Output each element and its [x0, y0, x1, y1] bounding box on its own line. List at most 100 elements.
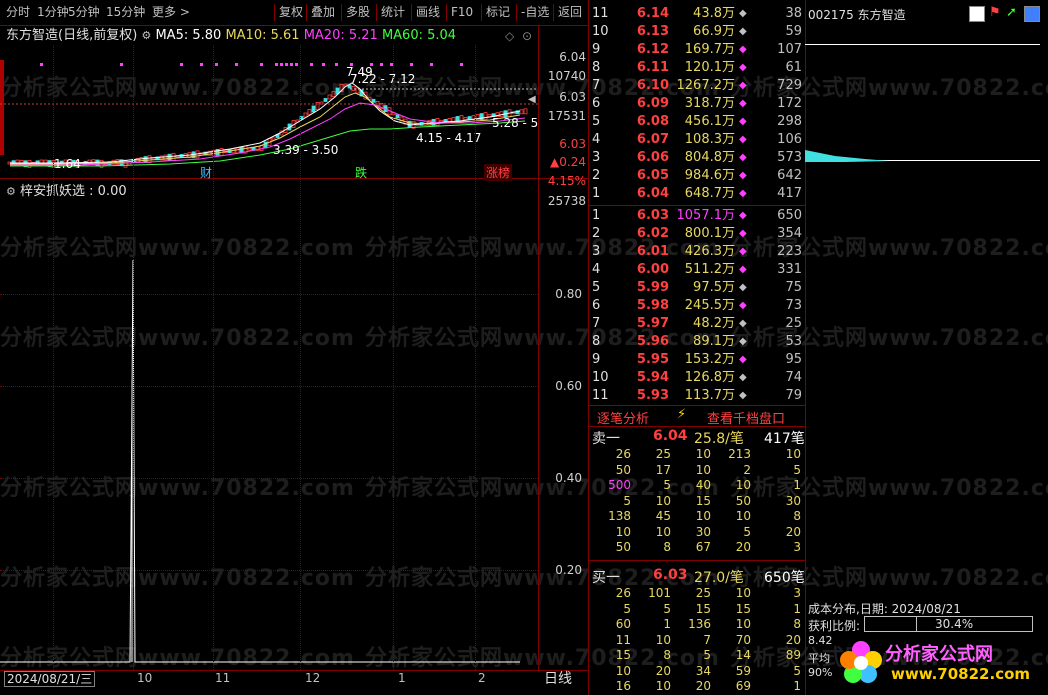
sell-level-row[interactable]: 4 6.07 108.3万 ◆ 106	[589, 131, 805, 149]
buy-level-row[interactable]: 1 6.03 1057.1万 ◆ 650	[589, 207, 805, 225]
level-price: 6.07	[636, 132, 669, 147]
tool-f10[interactable]: F10	[446, 4, 473, 21]
tool-1min[interactable]: 1分钟	[37, 4, 69, 21]
buy-level-row[interactable]: 7 5.97 48.2万 ◆ 25	[589, 315, 805, 333]
order-size: 1	[793, 601, 801, 616]
sell-level-row[interactable]: 6 6.09 318.7万 ◆ 172	[589, 95, 805, 113]
vgrid-2	[133, 45, 134, 670]
doc-icon[interactable]	[969, 6, 985, 22]
diamond-icon[interactable]: ◇	[505, 29, 514, 43]
level-index: 2	[592, 168, 601, 183]
sell-level-row[interactable]: 11 6.14 43.8万 ◆ 38	[589, 5, 805, 23]
chart-header: 东方智造(日线,前复权) ⚙ MA5: 5.80 MA10: 5.61 MA20…	[6, 27, 456, 45]
buy-level-row[interactable]: 3 6.01 426.3万 ◆ 223	[589, 243, 805, 261]
buy-level-row[interactable]: 11 5.93 113.7万 ◆ 79	[589, 387, 805, 405]
level-volume: 245.5万	[684, 298, 735, 313]
arrow-icon[interactable]: ➚	[1006, 5, 1017, 20]
period-button[interactable]: 日线	[544, 668, 572, 688]
picture-icon[interactable]	[1024, 6, 1040, 22]
order-size: 10	[695, 462, 711, 477]
ma20-label: MA20: 5.21	[303, 28, 378, 43]
signal-marker	[290, 63, 293, 66]
level-index: 11	[592, 388, 609, 403]
tab-tick-analysis[interactable]: 逐笔分析	[597, 408, 649, 427]
tool-zixuan[interactable]: -自选	[516, 4, 549, 21]
level-volume: 48.2万	[693, 316, 735, 331]
tab-thousand-book[interactable]: 查看千档盘口	[707, 408, 785, 427]
candle	[523, 108, 528, 115]
event-zhangbang[interactable]: 涨榜	[484, 164, 513, 181]
level-volume: 984.6万	[684, 168, 735, 183]
tool-15min[interactable]: 15分钟	[106, 4, 145, 21]
candle	[327, 94, 332, 100]
event-cai[interactable]: 财	[200, 164, 212, 181]
signal-marker	[380, 63, 383, 66]
tool-huaxian[interactable]: 画线	[411, 4, 440, 21]
buy-level-row[interactable]: 9 5.95 153.2万 ◆ 95	[589, 351, 805, 369]
sell-level-row[interactable]: 9 6.12 169.7万 ◆ 107	[589, 41, 805, 59]
x-tick-2: 2	[478, 671, 486, 685]
ma10-label: MA10: 5.61	[225, 28, 300, 43]
sell-one-price: 6.04	[653, 428, 688, 444]
tool-tongji[interactable]: 统计	[376, 4, 405, 21]
dot-icon[interactable]: ⊙	[522, 29, 532, 43]
arrow-left-icon[interactable]: ◀	[528, 94, 536, 105]
tool-diejia[interactable]: 叠加	[306, 4, 335, 21]
level-volume: 1057.1万	[676, 208, 736, 223]
candle	[487, 114, 492, 118]
buy-level-row[interactable]: 4 6.00 511.2万 ◆ 331	[589, 261, 805, 279]
level-index: 3	[592, 244, 601, 259]
tool-fanhui[interactable]: 返回	[553, 4, 582, 21]
buy-level-row[interactable]: 2 6.02 800.1万 ◆ 354	[589, 225, 805, 243]
sell-level-row[interactable]: 2 6.05 984.6万 ◆ 642	[589, 167, 805, 185]
sell-level-row[interactable]: 3 6.06 804.8万 ◆ 573	[589, 149, 805, 167]
level-index: 4	[592, 262, 601, 277]
order-size: 26	[615, 447, 631, 461]
order-queue-row: 500 5 40 10 1	[589, 478, 805, 494]
toolbar: 分时 1分钟 5分钟 15分钟 更多 > 复权 叠加 多股 统计 画线 F10 …	[0, 0, 588, 26]
level-count: 729	[777, 78, 802, 93]
diamond-icon: ◆	[739, 300, 747, 311]
order-size: 30	[785, 493, 801, 508]
tool-fenshi[interactable]: 分时	[6, 4, 30, 21]
order-size: 10	[695, 509, 711, 523]
order-size: 2	[743, 462, 751, 477]
level-index: 3	[592, 150, 601, 165]
vgrid-5	[393, 45, 394, 670]
buy-level-row[interactable]: 5 5.99 97.5万 ◆ 75	[589, 279, 805, 297]
level-index: 1	[592, 186, 601, 201]
order-size: 60	[615, 617, 631, 631]
sell-level-row[interactable]: 5 6.08 456.1万 ◆ 298	[589, 113, 805, 131]
buy-level-row[interactable]: 8 5.96 89.1万 ◆ 53	[589, 333, 805, 351]
signal-marker	[285, 63, 288, 66]
sell-level-row[interactable]: 1 6.04 648.7万 ◆ 417	[589, 185, 805, 203]
axis-v2: 17531	[547, 109, 586, 123]
order-size: 89	[785, 648, 801, 662]
order-size: 59	[735, 663, 751, 678]
flag-icon[interactable]: ⚑	[989, 5, 1001, 20]
sell-one-header: 卖一 6.04 25.8/笔 417笔	[589, 428, 805, 447]
axis-p1: 6.04	[559, 50, 586, 64]
buy-level-row[interactable]: 6 5.98 245.5万 ◆ 73	[589, 297, 805, 315]
buy-level-row[interactable]: 10 5.94 126.8万 ◆ 74	[589, 369, 805, 387]
order-size: 3	[793, 586, 801, 600]
order-queue-row: 15 8 5 14 89	[589, 648, 805, 664]
tool-duogu[interactable]: 多股	[341, 4, 370, 21]
tool-biaoji[interactable]: 标记	[481, 4, 510, 21]
sell-level-row[interactable]: 7 6.10 1267.2万 ◆ 729	[589, 77, 805, 95]
sell-level-row[interactable]: 10 6.13 66.9万 ◆ 59	[589, 23, 805, 41]
tool-fuquan[interactable]: 复权	[274, 4, 303, 21]
event-die[interactable]: 跌	[355, 164, 367, 181]
signal-marker	[280, 63, 283, 66]
tool-more[interactable]: 更多 >	[152, 4, 190, 21]
level-volume: 108.3万	[684, 132, 735, 147]
level-volume: 126.8万	[684, 370, 735, 385]
settings-icon[interactable]: ⚙	[141, 29, 151, 42]
level-index: 10	[592, 370, 609, 385]
tool-5min[interactable]: 5分钟	[68, 4, 100, 21]
sell-level-row[interactable]: 8 6.11 120.1万 ◆ 61	[589, 59, 805, 77]
candle	[303, 112, 308, 118]
ann-right: 5.28 - 5	[492, 116, 539, 130]
order-size: 15	[695, 493, 711, 508]
signal-marker	[275, 63, 278, 66]
